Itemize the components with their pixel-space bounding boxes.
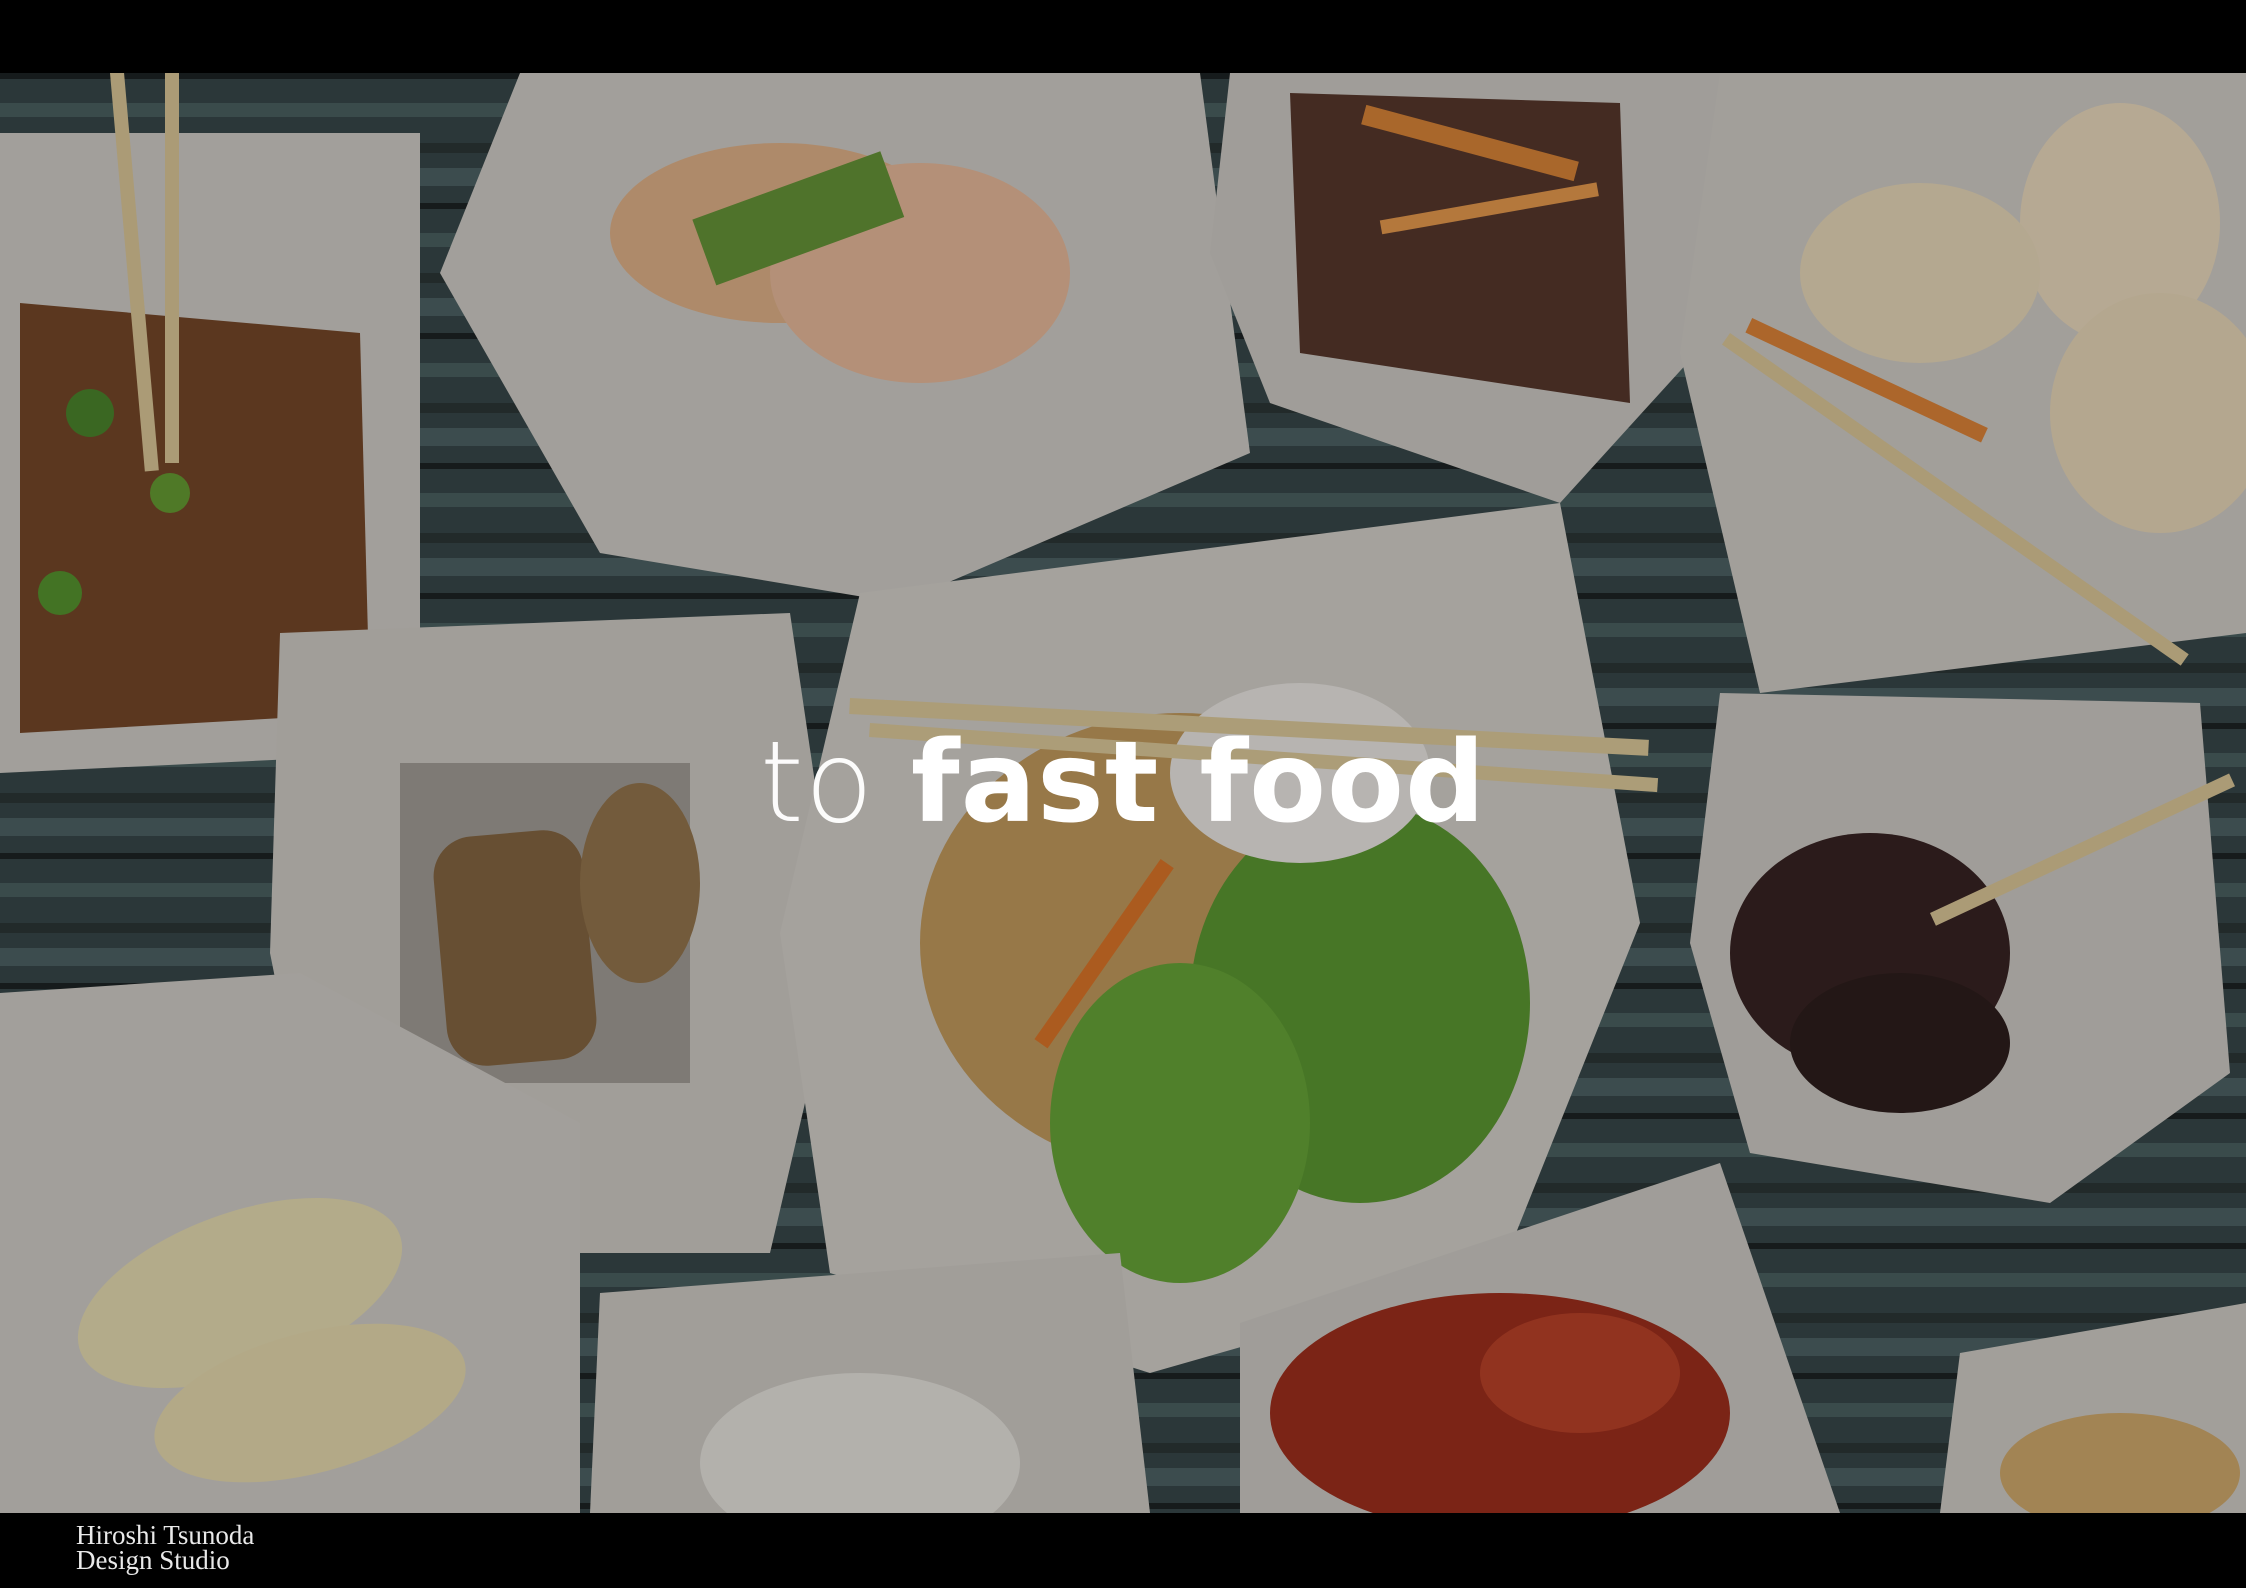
headline-prefix: to [759,718,875,848]
headline-emphasis: fast food [910,718,1487,848]
top-letterbox-bar [0,0,2246,73]
studio-credit: Hiroshi Tsunoda Design Studio [76,1522,254,1575]
headline: to fast food [0,718,2246,848]
studio-name-line2: Design Studio [76,1545,230,1575]
bottom-letterbox-bar [0,1513,2246,1588]
